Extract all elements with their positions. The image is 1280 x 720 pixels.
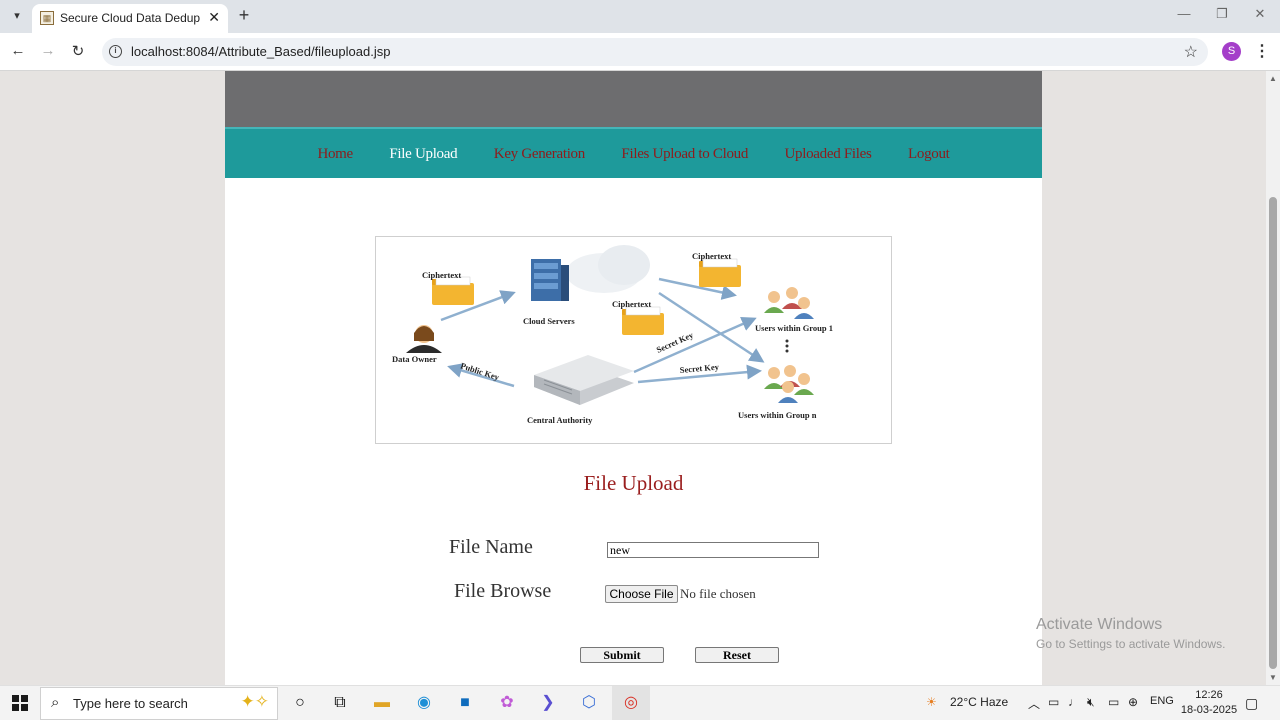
windows-taskbar: ⌕ Type here to search ✦✧ ○ ⧉ ▬ ◉ ■ ✿ ❯ ⬡… [0,685,1280,720]
group-n-label: Users within Group n [738,410,817,420]
page-scrollbar[interactable]: ▲ ▼ [1266,71,1280,685]
sparkle-icon: ✦✧ [240,692,270,711]
tab-search-icon[interactable]: ▾ [6,6,28,26]
architecture-diagram: Ciphertext Ciphertext Ciphertext Cloud S… [375,236,892,444]
profile-avatar[interactable]: S [1222,42,1241,61]
new-tab-icon[interactable]: + [236,5,252,26]
taskbar-search-box[interactable]: ⌕ Type here to search ✦✧ [40,687,278,720]
virtualbox-icon[interactable]: ⬡ [578,692,600,714]
file-name-label: File Name [449,536,533,558]
central-authority-icon [534,355,634,405]
app-icon[interactable]: ❯ [537,692,559,714]
tab-title: Secure Cloud Data Deduplicato [60,11,200,25]
site-info-icon[interactable]: i [109,45,122,58]
watermark-line-1: Activate Windows [1036,616,1163,633]
ciphertext-label: Ciphertext [422,270,461,280]
ciphertext-folder-icon [432,276,474,305]
scroll-down-icon[interactable]: ▼ [1269,673,1277,682]
copilot-icon[interactable]: ✿ [496,692,518,714]
windows-start-icon[interactable] [12,695,28,711]
bookmark-star-icon[interactable]: ☆ [1184,42,1198,62]
watermark-line-2: Go to Settings to activate Windows. [1036,637,1226,651]
close-window-icon[interactable]: ✕ [1252,6,1268,22]
meet-now-icon[interactable]: ▭ [1048,695,1059,709]
site-nav: Home File Upload Key Generation Files Up… [225,127,1042,178]
chrome-icon[interactable]: ◎ [620,692,642,714]
nav-file-upload[interactable]: File Upload [389,129,457,179]
ciphertext-label: Ciphertext [612,299,651,309]
file-name-input[interactable]: new [607,542,819,558]
scroll-up-icon[interactable]: ▲ [1269,74,1277,83]
battery-icon[interactable]: ▭ [1108,695,1119,709]
page-container: Home File Upload Key Generation Files Up… [225,71,1042,685]
ciphertext-folder-icon [622,306,664,335]
nav-home[interactable]: Home [317,129,353,179]
cortana-icon[interactable]: ○ [289,692,311,714]
browser-tab-bar: ▾ ▦ Secure Cloud Data Deduplicato ✕ + — … [0,0,1280,33]
task-view-icon[interactable]: ⧉ [329,692,351,714]
search-icon: ⌕ [51,694,60,711]
submit-button[interactable]: Submit [580,647,664,663]
weather-text[interactable]: 22°C Haze [950,695,1008,709]
outlook-icon[interactable]: ■ [454,692,476,714]
file-browse-label: File Browse [454,580,552,602]
restore-icon[interactable]: ❐ [1214,6,1230,22]
clock-time: 12:26 [1195,689,1223,701]
secret-key-label: Secret Key [679,362,720,375]
data-owner-label: Data Owner [392,354,437,364]
users-group-1-icon [764,287,814,319]
nav-uploaded-files[interactable]: Uploaded Files [785,129,872,179]
system-clock[interactable]: 12:26 18-03-2025 [1179,688,1239,718]
arrow-cloud-to-groupn [658,291,765,363]
network-icon[interactable]: ⊕ [1128,695,1138,709]
microphone-icon[interactable]: ♩ [1068,695,1080,709]
reload-icon[interactable]: ↻ [68,42,88,60]
cloud-servers-icon [531,245,650,301]
chevron-up-icon[interactable]: ︿ [1028,695,1040,712]
forward-icon[interactable]: → [38,42,58,59]
cloud-servers-label: Cloud Servers [523,316,575,326]
vertical-ellipsis-icon [785,339,789,353]
public-key-label: Public Key [459,360,501,382]
nav-key-generation[interactable]: Key Generation [494,129,585,179]
notifications-icon[interactable]: ▢ [1245,695,1258,712]
group-1-label: Users within Group 1 [755,323,833,333]
search-placeholder[interactable]: Type here to search [73,696,188,711]
address-bar[interactable]: i localhost:8084/Attribute_Based/fileupl… [102,38,1208,66]
nav-files-upload-to-cloud[interactable]: Files Upload to Cloud [621,129,748,179]
scroll-thumb[interactable] [1269,197,1277,669]
browser-menu-icon[interactable]: ⋮ [1254,41,1270,61]
site-banner [225,71,1042,127]
clock-date: 18-03-2025 [1180,704,1238,716]
url-text[interactable]: localhost:8084/Attribute_Based/fileuploa… [131,44,390,59]
language-indicator[interactable]: ENG [1150,695,1174,707]
volume-muted-icon[interactable]: 🔇︎ [1087,695,1095,710]
no-file-chosen-text: No file chosen [680,586,756,601]
browser-toolbar: ← → ↻ i localhost:8084/Attribute_Based/f… [0,33,1280,71]
back-icon[interactable]: ← [8,42,28,59]
site-favicon-icon: ▦ [40,11,54,25]
central-authority-label: Central Authority [527,415,593,425]
page-viewport: Home File Upload Key Generation Files Up… [0,71,1280,685]
minimize-icon[interactable]: — [1176,6,1192,21]
choose-file-button[interactable]: Choose File [605,585,678,603]
weather-icon[interactable]: ☀ [926,695,937,709]
page-title: File Upload [583,471,684,495]
nav-logout[interactable]: Logout [908,129,950,179]
architecture-diagram-svg: Ciphertext Ciphertext Ciphertext Cloud S… [392,245,833,425]
file-explorer-icon[interactable]: ▬ [371,692,393,714]
close-tab-icon[interactable]: ✕ [208,9,220,26]
edge-icon[interactable]: ◉ [413,692,435,714]
ciphertext-label: Ciphertext [692,251,731,261]
ciphertext-folder-icon [699,258,741,287]
activate-windows-watermark: Activate Windows Go to Settings to activ… [1036,616,1225,651]
browser-tab[interactable]: ▦ Secure Cloud Data Deduplicato ✕ [32,4,228,33]
data-owner-icon [406,325,442,353]
reset-button[interactable]: Reset [695,647,779,663]
users-group-n-icon [764,365,814,403]
